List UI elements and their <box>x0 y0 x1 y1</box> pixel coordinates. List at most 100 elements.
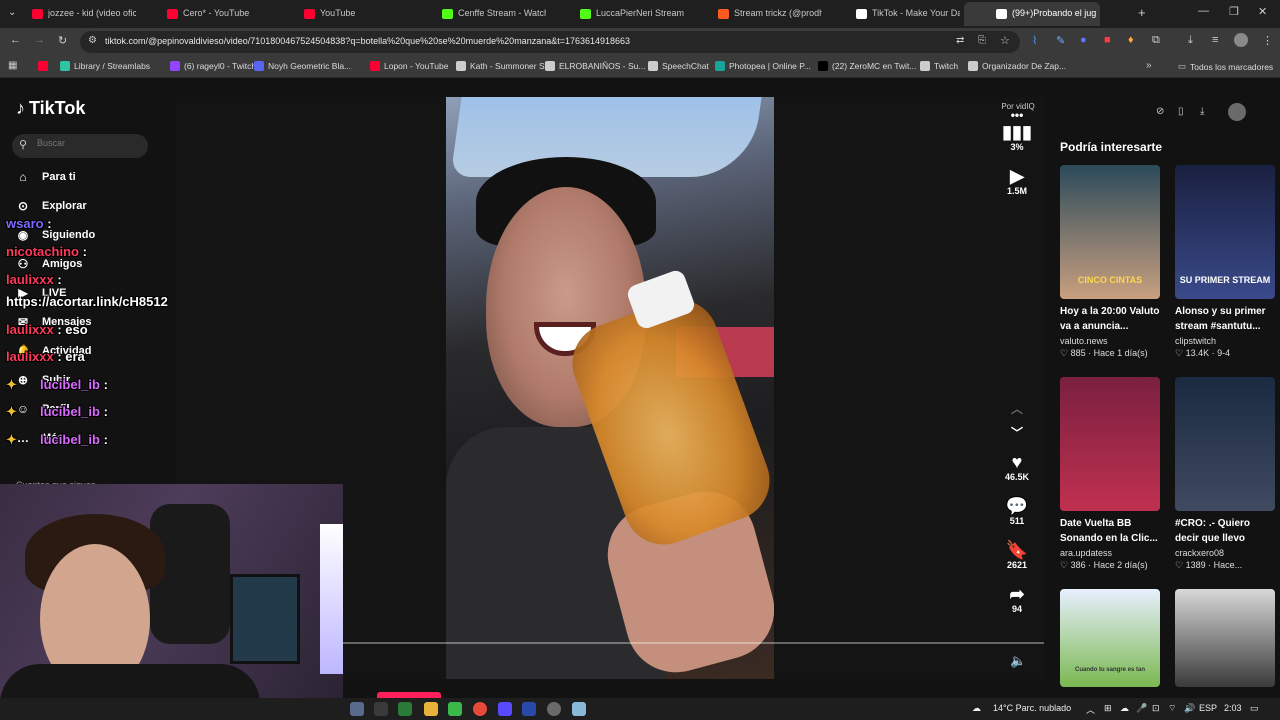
browser-tab[interactable]: jozzee - kid (video oficial)✕ <box>0 2 136 26</box>
weather-text[interactable]: 14°C Parc. nublado <box>993 703 1071 713</box>
like-button[interactable]: ♥ 46.5K <box>1000 452 1034 482</box>
more-bookmarks-icon[interactable]: » <box>1146 60 1152 71</box>
extension-icon[interactable]: ✎ <box>1056 34 1065 47</box>
header-icon[interactable]: ⊘ <box>1156 106 1164 117</box>
taskbar-app-icon[interactable] <box>424 702 438 716</box>
recommended-video-card[interactable]: Cuando tu sangre es tan <box>1060 589 1160 687</box>
all-bookmarks-folder[interactable]: ▭ Todos los marcadores <box>1178 61 1273 72</box>
browser-tab[interactable]: YouTube✕ <box>272 2 408 26</box>
card-author[interactable]: clipstwitch <box>1175 336 1275 346</box>
install-icon[interactable]: ⎘ <box>978 35 986 46</box>
taskbar-app-icon[interactable] <box>350 702 364 716</box>
translate-icon[interactable]: ⇄ <box>956 35 964 46</box>
menu-icon[interactable]: ⋮ <box>1262 34 1273 47</box>
profile-avatar[interactable] <box>1234 33 1248 47</box>
recommended-video-card[interactable]: #CRO: .- Quiero decir que llevo mas... cr… <box>1175 377 1275 571</box>
nav-item-explorar[interactable]: ⊙ Explorar <box>16 199 87 213</box>
wifi-icon[interactable]: ⌔ <box>1168 703 1176 714</box>
download-app-icon[interactable]: ⤓ <box>1200 106 1204 117</box>
save-button[interactable]: 🔖 2621 <box>1000 540 1034 570</box>
mic-icon[interactable]: 🎤 <box>1136 703 1147 714</box>
taskbar-app-icon[interactable] <box>572 702 586 716</box>
bookmark-item[interactable]: (22) ZeroMC en Twit... <box>818 61 916 71</box>
bookmark-item[interactable]: Library / Streamlabs <box>60 61 150 71</box>
media-icon[interactable]: ≡ <box>1212 34 1218 46</box>
back-icon[interactable]: ← <box>10 34 21 46</box>
user-avatar[interactable] <box>1228 103 1246 121</box>
browser-tab[interactable]: LuccaPierNeri Stream✕ <box>548 2 684 26</box>
taskbar-app-icon[interactable] <box>522 702 536 716</box>
recommended-video-card[interactable]: SU PRIMER STREAM Alonso y su primer strea… <box>1175 165 1275 359</box>
video-progress-bar[interactable] <box>343 642 1044 644</box>
tiktok-logo[interactable]: ♪ TikTok <box>16 98 85 119</box>
mobile-icon[interactable]: ▯ <box>1178 106 1184 117</box>
extensions-puzzle-icon[interactable]: ⧉ <box>1152 34 1160 47</box>
video-thumbnail[interactable] <box>1175 589 1275 687</box>
bookmark-item[interactable]: (6) rageyl0 - Twitch <box>170 61 256 71</box>
language-indicator[interactable]: ESP <box>1199 703 1217 713</box>
next-video-button[interactable]: ﹀ <box>1000 424 1034 441</box>
site-info-icon[interactable]: ⚙ <box>88 35 97 46</box>
bookmark-item[interactable]: Noyh Geometric Bla... <box>254 61 351 71</box>
extension-icon[interactable]: ⌇ <box>1032 34 1037 47</box>
bookmark-item[interactable]: ELROBANIÑOS - Su... <box>545 61 645 71</box>
comment-button[interactable]: 💬 511 <box>1000 496 1034 526</box>
video-thumbnail[interactable]: Cuando tu sangre es tan <box>1060 589 1160 687</box>
reload-icon[interactable]: ↻ <box>58 34 67 47</box>
chrome-icon[interactable] <box>473 702 487 716</box>
card-author[interactable]: valuto.news <box>1060 336 1160 346</box>
recommended-video-card[interactable]: CINCO CINTAS Hoy a la 20:00 Valuto va a a… <box>1060 165 1160 359</box>
video-thumbnail[interactable] <box>1060 377 1160 511</box>
address-bar[interactable]: ⚙ tiktok.com/@pepinovaldivieso/video/710… <box>80 31 1020 53</box>
previous-video-button[interactable]: ︿ <box>1000 400 1034 417</box>
more-options-icon[interactable]: ••• <box>1000 108 1034 122</box>
notification-icon[interactable]: ▭ <box>1250 703 1259 714</box>
extension-icon[interactable]: ● <box>1080 34 1087 46</box>
browser-tab[interactable]: Stream trickz (@prodhaz✕ <box>686 2 822 26</box>
extension-icon[interactable]: ♦ <box>1128 34 1134 46</box>
tray-icon[interactable]: ⊡ <box>1152 703 1160 714</box>
browser-tab[interactable]: Cenffe Stream - Watch Li✕ <box>410 2 546 26</box>
bookmark-star-icon[interactable]: ☆ <box>1000 34 1010 47</box>
taskbar-app-icon[interactable] <box>547 702 561 716</box>
card-title[interactable]: Date Vuelta BB Sonando en la Clic... <box>1060 516 1160 546</box>
card-author[interactable]: crackxero08 <box>1175 548 1275 558</box>
video-thumbnail[interactable] <box>1175 377 1275 511</box>
tray-chevron-icon[interactable]: ︿ <box>1086 703 1095 716</box>
recommended-video-card[interactable] <box>1175 589 1275 687</box>
play-button[interactable]: ▶ 1.5M <box>1000 166 1034 196</box>
volume-tray-icon[interactable]: 🔊 <box>1184 703 1195 714</box>
taskbar-app-icon[interactable] <box>448 702 462 716</box>
volume-icon[interactable]: 🔈 <box>1010 653 1026 669</box>
vidiq-stats-button[interactable]: ▮▮▮ 3% <box>1000 122 1034 152</box>
bookmark-item[interactable]: Lopon - YouTube <box>370 61 448 71</box>
bookmark-item[interactable]: Organizador De Zap... <box>968 61 1066 71</box>
taskbar-app-icon[interactable] <box>498 702 512 716</box>
clock[interactable]: 2:03 <box>1224 703 1242 713</box>
bookmark-item[interactable]: Photopea | Online P... <box>715 61 811 71</box>
browser-tab[interactable]: Cero* - YouTube✕ <box>135 2 271 26</box>
weather-icon[interactable]: ☁ <box>972 703 981 714</box>
card-author[interactable]: ara.updatess <box>1060 548 1160 558</box>
browser-tab[interactable]: TikTok - Make Your Day✕ <box>824 2 960 26</box>
maximize-button[interactable]: ❐ <box>1229 5 1239 18</box>
close-window-button[interactable]: ✕ <box>1258 5 1267 18</box>
browser-tab[interactable]: (99+)Probando el jug✕ <box>964 2 1100 26</box>
apps-icon[interactable]: ▦ <box>8 60 17 71</box>
nav-item-parati[interactable]: ⌂ Para ti <box>16 170 75 184</box>
bookmark-item[interactable]: SpeechChat <box>648 61 709 71</box>
video-thumbnail[interactable]: SU PRIMER STREAM <box>1175 165 1275 299</box>
card-title[interactable]: Hoy a la 20:00 Valuto va a anuncia... <box>1060 304 1160 334</box>
search-input[interactable] <box>37 138 137 148</box>
extension-icon[interactable]: ■ <box>1104 34 1111 46</box>
video-thumbnail[interactable]: CINCO CINTAS <box>1060 165 1160 299</box>
share-button[interactable]: ➦ 94 <box>1000 584 1034 614</box>
search-box[interactable]: ⚲ <box>12 134 148 158</box>
new-tab-button[interactable]: + <box>1138 5 1146 20</box>
bookmark-item[interactable]: Kath - Summoner St... <box>456 61 554 71</box>
tray-icon[interactable]: ☁ <box>1120 703 1129 714</box>
recommended-video-card[interactable]: Date Vuelta BB Sonando en la Clic... ara.… <box>1060 377 1160 571</box>
card-title[interactable]: #CRO: .- Quiero decir que llevo mas... <box>1175 516 1275 546</box>
taskbar-app-icon[interactable] <box>398 702 412 716</box>
minimize-button[interactable]: — <box>1198 5 1209 17</box>
